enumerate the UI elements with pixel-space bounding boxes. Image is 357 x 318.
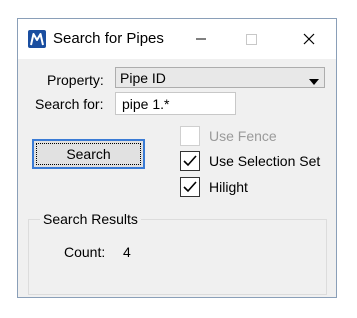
checkmark-icon bbox=[183, 181, 197, 193]
microstation-m-icon bbox=[28, 30, 46, 48]
search-for-input[interactable] bbox=[116, 93, 235, 114]
property-select[interactable]: Pipe ID bbox=[115, 67, 325, 88]
property-label: Property: bbox=[47, 72, 104, 88]
hilight-checkbox[interactable] bbox=[180, 177, 200, 197]
search-for-pipes-dialog: Search for Pipes Property: Pipe ID Searc… bbox=[17, 18, 337, 298]
use-selection-set-checkbox[interactable] bbox=[180, 151, 200, 171]
checkmark-icon bbox=[183, 155, 197, 167]
maximize-icon bbox=[246, 34, 257, 45]
minimize-icon bbox=[196, 38, 206, 40]
hilight-label: Hilight bbox=[209, 179, 248, 195]
search-for-field[interactable] bbox=[115, 92, 236, 115]
close-button[interactable] bbox=[294, 25, 324, 53]
search-button[interactable]: Search bbox=[32, 139, 145, 169]
use-fence-label: Use Fence bbox=[209, 128, 277, 144]
dropdown-arrow-icon[interactable] bbox=[308, 73, 320, 91]
property-selected-value: Pipe ID bbox=[120, 70, 166, 86]
search-for-label: Search for: bbox=[35, 96, 104, 112]
minimize-button[interactable] bbox=[186, 25, 216, 53]
count-label: Count: bbox=[64, 244, 106, 260]
title-bar[interactable]: Search for Pipes bbox=[18, 19, 336, 59]
search-results-title: Search Results bbox=[40, 211, 141, 227]
use-selection-set-label: Use Selection Set bbox=[209, 153, 321, 169]
count-value: 4 bbox=[123, 244, 131, 260]
close-icon bbox=[303, 33, 315, 45]
window-title: Search for Pipes bbox=[53, 30, 164, 47]
maximize-button[interactable] bbox=[236, 25, 266, 53]
search-button-label: Search bbox=[66, 146, 111, 162]
use-fence-checkbox[interactable] bbox=[180, 126, 200, 146]
